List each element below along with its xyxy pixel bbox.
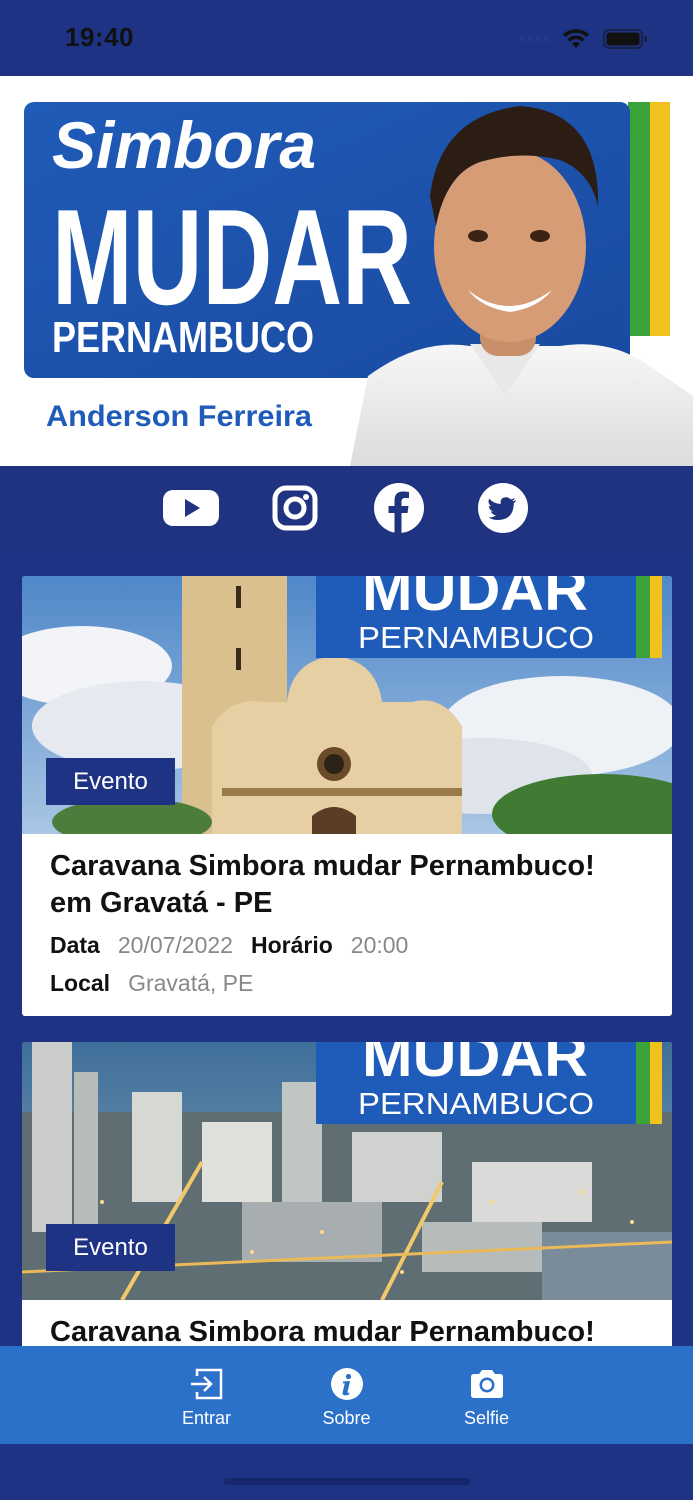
- event-image-text-top: MUDAR: [362, 576, 588, 623]
- time-label: Horário: [250, 932, 333, 958]
- event-badge: Evento: [46, 758, 175, 805]
- event-badge: Evento: [46, 1224, 175, 1271]
- event-date-time: Data 20/07/2022 Horário 20:00: [50, 930, 644, 960]
- home-indicator[interactable]: [224, 1478, 470, 1485]
- nav-selfie-label: Selfie: [463, 1408, 510, 1428]
- status-time: 19:40: [65, 22, 134, 52]
- date-value: 20/07/2022: [117, 932, 233, 958]
- nav-entrar[interactable]: Entrar: [168, 1366, 246, 1444]
- banner-line2: MUDAR: [52, 181, 412, 333]
- event-title: Caravana Simbora mudar Pernambuco!: [50, 1316, 595, 1346]
- event-title: Caravana Simbora mudar Pernambuco! em Gr…: [50, 850, 595, 919]
- place-label: Local: [50, 970, 111, 996]
- event-image-text-top: MUDAR: [362, 1042, 588, 1089]
- nav-selfie[interactable]: Selfie: [448, 1366, 526, 1444]
- events-feed[interactable]: MUDAR PERNAMBUCO Evento Caravana Simbora…: [0, 550, 693, 1346]
- campaign-banner: Simbora MUDAR PERNAMBUCO Anderson Ferrei…: [0, 76, 693, 466]
- nav-sobre[interactable]: Sobre: [308, 1366, 386, 1444]
- camera-icon: [469, 1366, 505, 1402]
- status-icons: [520, 26, 649, 52]
- time-value: 20:00: [350, 932, 409, 958]
- facebook-icon[interactable]: [371, 480, 427, 536]
- event-location: Local Gravatá, PE: [50, 968, 644, 998]
- nav-entrar-label: Entrar: [181, 1408, 232, 1428]
- wifi-icon: [563, 29, 589, 48]
- twitter-icon[interactable]: [475, 480, 531, 536]
- banner-line1: Simbora: [52, 108, 316, 182]
- event-image: MUDAR PERNAMBUCO Evento: [22, 1042, 672, 1300]
- status-bar: 19:40: [0, 0, 693, 76]
- home-area: [0, 1444, 693, 1500]
- bottom-nav: Entrar Sobre Selfie: [0, 1346, 693, 1444]
- login-icon: [189, 1366, 225, 1402]
- battery-icon: [603, 29, 647, 49]
- info-icon: [329, 1366, 365, 1402]
- banner-line3: PERNAMBUCO: [52, 313, 314, 362]
- event-image-text-bottom: PERNAMBUCO: [358, 1086, 594, 1121]
- event-card[interactable]: MUDAR PERNAMBUCO Evento Caravana Simbora…: [22, 1042, 672, 1346]
- cellular-signal-icon: [520, 36, 549, 42]
- candidate-name: Anderson Ferreira: [46, 400, 312, 433]
- youtube-icon[interactable]: [162, 480, 219, 536]
- instagram-icon[interactable]: [267, 480, 323, 536]
- date-label: Data: [50, 932, 100, 958]
- social-links: [0, 466, 693, 550]
- event-image: MUDAR PERNAMBUCO Evento: [22, 576, 672, 834]
- nav-sobre-label: Sobre: [322, 1408, 371, 1428]
- campaign-banner-art: Simbora MUDAR PERNAMBUCO Anderson Ferrei…: [0, 76, 693, 466]
- event-card[interactable]: MUDAR PERNAMBUCO Evento Caravana Simbora…: [22, 576, 672, 1016]
- place-value: Gravatá, PE: [128, 970, 254, 996]
- event-image-text-bottom: PERNAMBUCO: [358, 620, 594, 655]
